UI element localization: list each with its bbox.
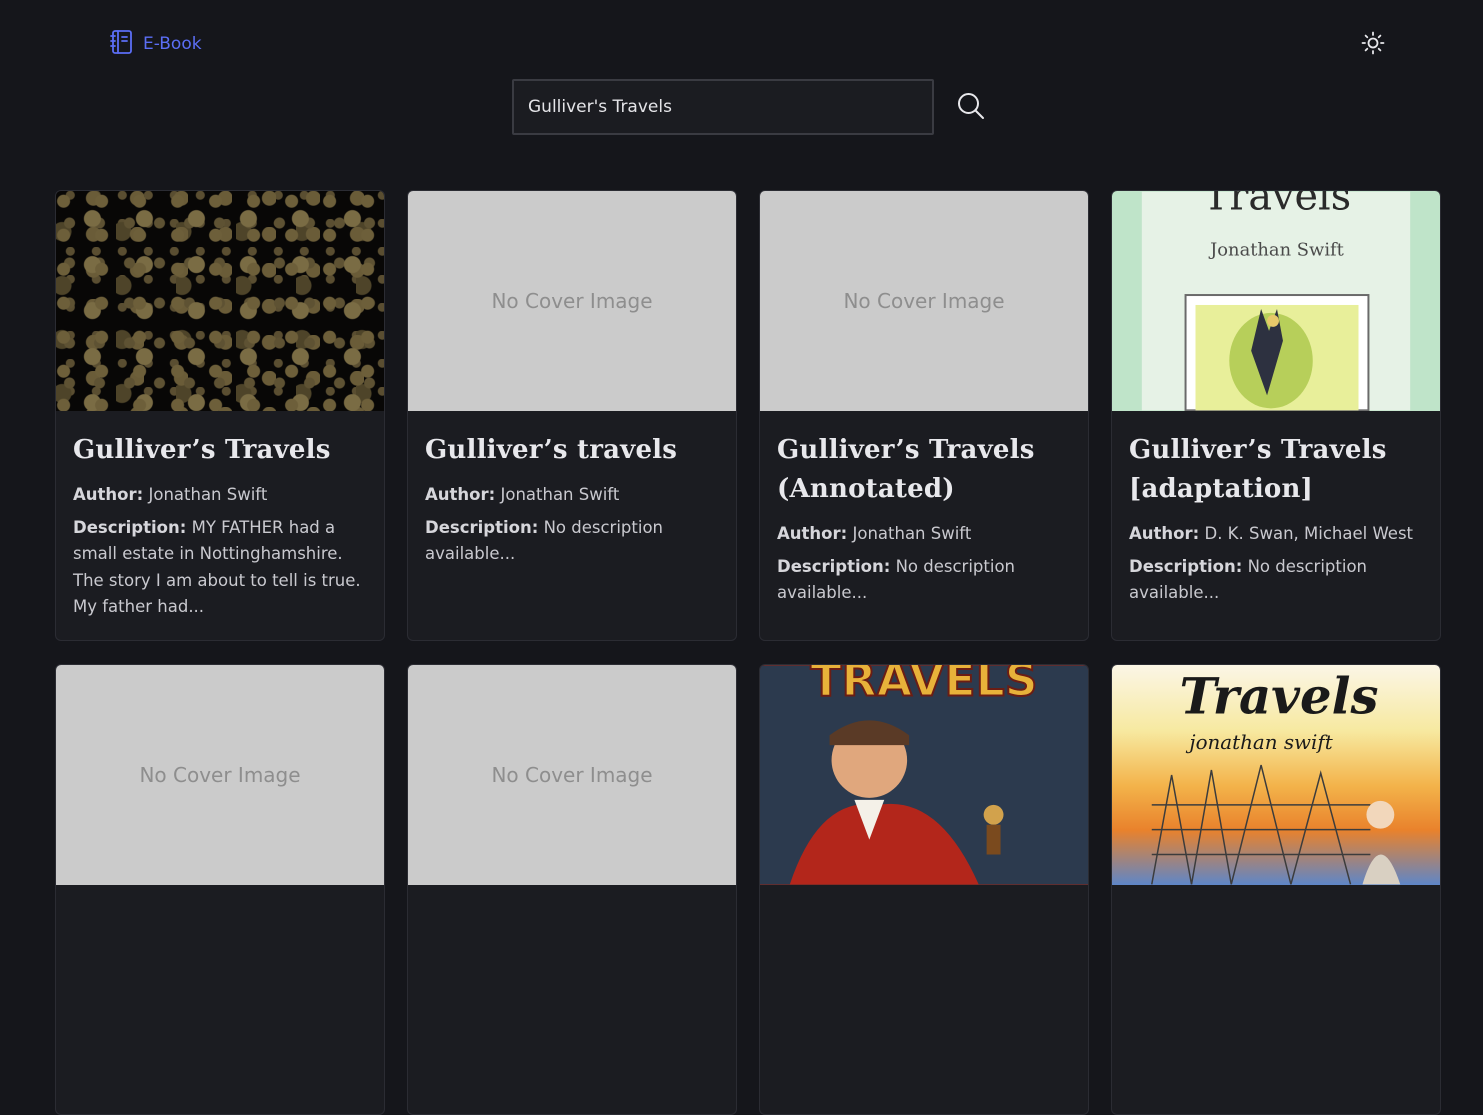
- book-card[interactable]: No Cover Image: [55, 664, 385, 1115]
- book-author: Author: Jonathan Swift: [73, 482, 367, 509]
- description-label: Description:: [777, 556, 891, 576]
- no-cover-text: No Cover Image: [843, 289, 1005, 313]
- top-bar: E-Book: [0, 0, 1483, 80]
- book-description: Description: No description available...: [425, 515, 719, 568]
- cover-illustration: Travels Jonathan Swift: [1141, 191, 1411, 411]
- brand-label: E-Book: [143, 34, 202, 54]
- search-icon: [956, 91, 986, 124]
- book-cover-placeholder: No Cover Image: [56, 665, 384, 885]
- brand-link[interactable]: E-Book: [110, 29, 202, 59]
- book-author: Author: Jonathan Swift: [777, 521, 1071, 548]
- notebook-icon: [110, 29, 134, 59]
- book-cover-placeholder: No Cover Image: [408, 665, 736, 885]
- cover-title-text: Travels: [1179, 666, 1378, 725]
- author-label: Author:: [425, 485, 496, 504]
- book-cover-image: Travels jonathan swift: [1112, 665, 1440, 885]
- book-cover-image: Travels Jonathan Swift: [1112, 191, 1440, 411]
- book-cover-image: [56, 191, 384, 411]
- book-title: Gulliver’s Travels [adaptation]: [1129, 435, 1387, 504]
- author-label: Author:: [73, 485, 144, 504]
- sun-icon: [1361, 31, 1385, 58]
- book-card[interactable]: TRAVELS: [759, 664, 1089, 1115]
- cover-author-text: Jonathan Swift: [1208, 239, 1345, 260]
- author-value: Jonathan Swift: [852, 524, 972, 543]
- book-card[interactable]: No Cover Image: [407, 664, 737, 1115]
- book-card[interactable]: No Cover Image Gulliver’s Travels (Annot…: [759, 190, 1089, 641]
- book-cover-placeholder: No Cover Image: [408, 191, 736, 411]
- cover-title-text: Travels: [1203, 191, 1351, 220]
- book-description: Description: No description available...: [1129, 554, 1423, 607]
- book-author: Author: Jonathan Swift: [425, 482, 719, 509]
- book-cover-image: TRAVELS: [760, 665, 1088, 885]
- cover-illustration: TRAVELS: [760, 665, 1088, 885]
- book-title: Gulliver’s Travels (Annotated): [777, 435, 1035, 504]
- author-value: Jonathan Swift: [500, 485, 620, 504]
- book-card[interactable]: Gulliver’s Travels Author: Jonathan Swif…: [55, 190, 385, 641]
- description-label: Description:: [1129, 556, 1243, 576]
- search-button[interactable]: [954, 90, 988, 124]
- cover-illustration: Travels jonathan swift: [1151, 666, 1401, 885]
- book-description: Description: No description available...: [777, 554, 1071, 607]
- book-title: Gulliver’s Travels: [73, 435, 331, 465]
- theme-toggle-button[interactable]: [1360, 31, 1386, 57]
- no-cover-text: No Cover Image: [491, 289, 653, 313]
- book-card[interactable]: Travels jonathan swift: [1111, 664, 1441, 1115]
- author-label: Author:: [777, 524, 848, 543]
- book-card[interactable]: No Cover Image Gulliver’s travels Author…: [407, 190, 737, 641]
- no-cover-text: No Cover Image: [139, 763, 301, 787]
- author-value: D. K. Swan, Michael West: [1204, 524, 1414, 543]
- book-author: Author: D. K. Swan, Michael West: [1129, 521, 1423, 548]
- book-title: Gulliver’s travels: [425, 435, 678, 465]
- no-cover-text: No Cover Image: [491, 763, 653, 787]
- book-card[interactable]: Travels Jonathan Swift Gulliver’s Travel…: [1111, 190, 1441, 641]
- cover-title-text: TRAVELS: [810, 665, 1037, 706]
- book-cover-placeholder: No Cover Image: [760, 191, 1088, 411]
- book-grid: Gulliver’s Travels Author: Jonathan Swif…: [55, 190, 1441, 1115]
- author-label: Author:: [1129, 524, 1200, 543]
- description-label: Description:: [73, 517, 187, 537]
- search-input[interactable]: [512, 79, 934, 135]
- description-label: Description:: [425, 517, 539, 537]
- cover-author-text: jonathan swift: [1185, 731, 1333, 754]
- author-value: Jonathan Swift: [148, 485, 268, 504]
- book-description: Description: MY FATHER had a small estat…: [73, 515, 367, 621]
- search-bar: [512, 79, 988, 135]
